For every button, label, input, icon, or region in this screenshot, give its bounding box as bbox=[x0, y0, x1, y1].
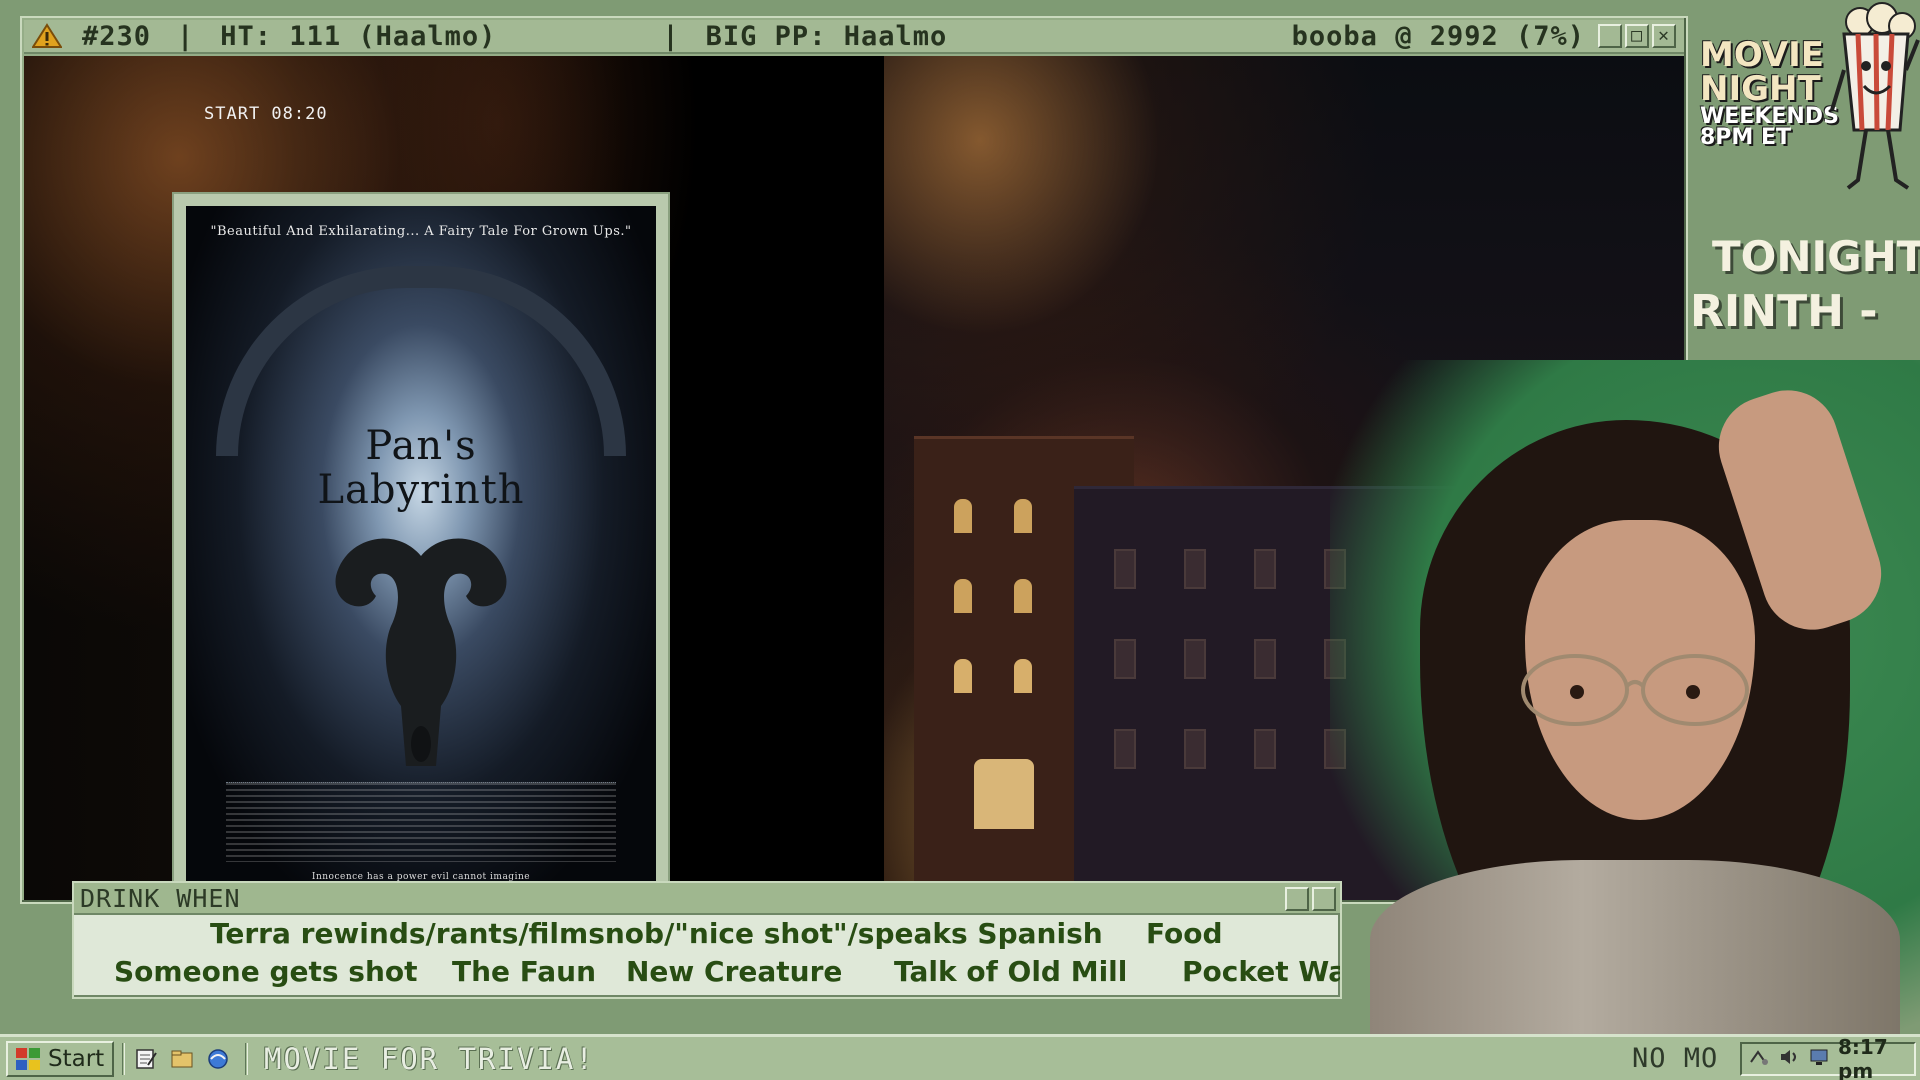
close-icon: ✕ bbox=[1658, 25, 1670, 46]
drink-panel-minimize-button[interactable] bbox=[1285, 887, 1309, 911]
logo-line: WEEKENDS bbox=[1700, 104, 1839, 129]
drink-rule: The Faun bbox=[452, 955, 597, 988]
drink-rules-row: Someone gets shot The Faun New Creature … bbox=[74, 955, 1340, 993]
movie-poster: "Beautiful And Exhilarating... A Fairy T… bbox=[186, 206, 656, 888]
counter-label: #230 bbox=[82, 20, 152, 52]
drink-rules-row: Terra rewinds/rants/filmsnob/"nice shot"… bbox=[74, 917, 1340, 955]
drink-rule: New Creature bbox=[626, 955, 843, 988]
monitor-icon[interactable] bbox=[1808, 1046, 1830, 1072]
windows-logo-icon bbox=[16, 1047, 40, 1070]
volume-icon[interactable] bbox=[1778, 1046, 1800, 1072]
poster-credits bbox=[226, 782, 616, 862]
drink-rule: Food bbox=[1146, 917, 1223, 950]
divider bbox=[122, 1042, 125, 1075]
drink-rule: Pocket Wa bbox=[1182, 955, 1340, 988]
quick-launch bbox=[133, 1046, 231, 1072]
movie-night-logo: MOVIE NIGHT WEEKENDS 8PM ET bbox=[1700, 35, 1839, 150]
start-label: Start bbox=[48, 1045, 105, 1072]
tray-text: NO MO bbox=[1632, 1043, 1719, 1074]
marquee-ticker: MOVIE FOR TRIVIA! bbox=[264, 1041, 595, 1076]
start-button[interactable]: Start bbox=[6, 1040, 114, 1077]
drink-panel-maximize-button[interactable] bbox=[1312, 887, 1336, 911]
faun-silhouette-icon bbox=[335, 538, 507, 766]
booba-label: booba @ 2992 (7%) bbox=[1291, 20, 1585, 52]
network-icon[interactable] bbox=[1748, 1046, 1770, 1072]
maximize-button[interactable]: □ bbox=[1625, 24, 1649, 48]
webcam-person-shirt bbox=[1370, 860, 1900, 1060]
separator: | bbox=[662, 20, 680, 52]
drink-rule: Talk of Old Mill bbox=[894, 955, 1128, 988]
divider bbox=[245, 1042, 248, 1075]
start-time-label: START 08:20 bbox=[204, 104, 328, 124]
poster-title-line: Labyrinth bbox=[317, 467, 525, 513]
explorer-icon[interactable] bbox=[169, 1046, 195, 1072]
logo-line: MOVIE bbox=[1700, 35, 1825, 75]
poster-title: Pan's Labyrinth bbox=[186, 424, 656, 512]
taskbar: Start MOVIE FOR TRIVIA! NO MO 8:17 pm bbox=[0, 1034, 1920, 1080]
drink-rules: Terra rewinds/rants/filmsnob/"nice shot"… bbox=[74, 915, 1340, 997]
drink-panel-title-bar: DRINK WHEN bbox=[74, 883, 1340, 915]
browser-icon[interactable] bbox=[205, 1046, 231, 1072]
drink-panel-controls bbox=[1282, 887, 1336, 911]
logo-line: 8PM ET bbox=[1700, 125, 1792, 150]
title-bar: #230 | HT: 111 (Haalmo) | BIG PP: Haalmo… bbox=[24, 20, 1684, 54]
drink-panel-title: DRINK WHEN bbox=[80, 883, 241, 913]
close-button[interactable]: ✕ bbox=[1652, 24, 1676, 48]
glasses-icon bbox=[1521, 654, 1749, 726]
drink-when-panel: DRINK WHEN Terra rewinds/rants/filmsnob/… bbox=[72, 881, 1342, 999]
logo-line: NIGHT bbox=[1700, 69, 1821, 109]
poster-title-line: Pan's bbox=[365, 423, 477, 469]
tonight-marquee: RINTH - bbox=[1690, 286, 1878, 337]
drink-rule: Terra rewinds/rants/filmsnob/"nice shot"… bbox=[210, 917, 1103, 950]
system-tray: 8:17 pm bbox=[1740, 1035, 1916, 1080]
webcam-feed bbox=[1330, 360, 1920, 1060]
popcorn-mascot-icon bbox=[1830, 2, 1920, 190]
drink-rule: Someone gets shot bbox=[114, 955, 418, 988]
notepad-icon[interactable] bbox=[133, 1046, 159, 1072]
separator: | bbox=[177, 20, 195, 52]
tonight-label: TONIGHT: bbox=[1712, 232, 1920, 281]
maximize-icon: □ bbox=[1631, 25, 1643, 46]
warning-icon bbox=[32, 23, 62, 48]
ht-label: HT: 111 (Haalmo) bbox=[220, 20, 497, 52]
minimize-button[interactable] bbox=[1598, 24, 1622, 48]
sidebar: MOVIE NIGHT WEEKENDS 8PM ET TONIGHT: RIN… bbox=[1690, 0, 1920, 420]
poster-tagline: "Beautiful And Exhilarating... A Fairy T… bbox=[210, 224, 632, 239]
movie-poster-frame: "Beautiful And Exhilarating... A Fairy T… bbox=[172, 192, 670, 900]
clock[interactable]: 8:17 pm bbox=[1838, 1035, 1914, 1080]
big-pp-label: BIG PP: Haalmo bbox=[705, 20, 948, 52]
